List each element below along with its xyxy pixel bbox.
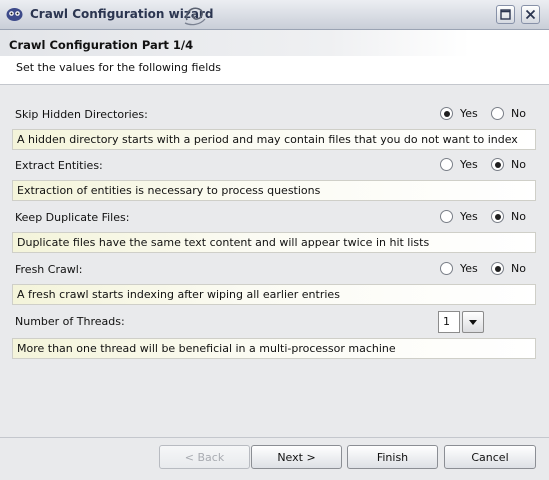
cancel-button[interactable]: Cancel — [444, 445, 536, 469]
keep-duplicates-label: Keep Duplicate Files: — [15, 211, 130, 224]
next-button[interactable]: Next > — [251, 445, 342, 469]
keep-duplicates-hint: Duplicate files have the same text conte… — [12, 232, 536, 253]
radio-label: No — [511, 210, 526, 223]
radio-label: Yes — [460, 210, 478, 223]
back-button[interactable]: < Back — [159, 445, 250, 469]
swirl-logo-icon — [184, 7, 206, 26]
extract-entities-hint: Extraction of entities is necessary to p… — [12, 180, 536, 201]
fresh-crawl-hint: A fresh crawl starts indexing after wipi… — [12, 284, 536, 305]
radio-label: Yes — [460, 107, 478, 120]
skip-hidden-yes-radio[interactable]: Yes — [440, 107, 478, 120]
radio-label: No — [511, 107, 526, 120]
radio-label: No — [511, 158, 526, 171]
page-title: Crawl Configuration Part 1/4 — [9, 38, 194, 52]
radio-unselected-icon — [440, 158, 453, 171]
extract-entities-yes-radio[interactable]: Yes — [440, 158, 478, 171]
threads-value-field[interactable]: 1 — [438, 311, 460, 333]
radio-label: No — [511, 262, 526, 275]
radio-selected-icon — [491, 262, 504, 275]
keep-duplicates-yes-radio[interactable]: Yes — [440, 210, 478, 223]
extract-entities-label: Extract Entities: — [15, 159, 103, 172]
skip-hidden-no-radio[interactable]: No — [491, 107, 526, 120]
button-bar-divider — [0, 437, 549, 438]
window-titlebar[interactable]: Crawl Configuration wizard — [0, 0, 549, 30]
chevron-down-icon — [469, 320, 477, 325]
radio-selected-icon — [491, 210, 504, 223]
keep-duplicates-no-radio[interactable]: No — [491, 210, 526, 223]
radio-label: Yes — [460, 158, 478, 171]
skip-hidden-label: Skip Hidden Directories: — [15, 108, 148, 121]
wizard-header: Crawl Configuration Part 1/4 Set the val… — [0, 30, 549, 85]
radio-selected-icon — [491, 158, 504, 171]
page-subtitle: Set the values for the following fields — [16, 61, 221, 74]
fresh-crawl-yes-radio[interactable]: Yes — [440, 262, 478, 275]
skip-hidden-hint: A hidden directory starts with a period … — [12, 129, 536, 150]
radio-label: Yes — [460, 262, 478, 275]
close-icon — [525, 9, 536, 20]
radio-unselected-icon — [440, 262, 453, 275]
fresh-crawl-no-radio[interactable]: No — [491, 262, 526, 275]
threads-dropdown-button[interactable] — [462, 311, 484, 333]
close-button[interactable] — [521, 5, 540, 24]
threads-label: Number of Threads: — [15, 315, 125, 328]
radio-unselected-icon — [440, 210, 453, 223]
maximize-button[interactable] — [496, 5, 515, 24]
extract-entities-no-radio[interactable]: No — [491, 158, 526, 171]
app-logo-icon — [6, 8, 23, 21]
radio-unselected-icon — [491, 107, 504, 120]
radio-selected-icon — [440, 107, 453, 120]
threads-hint: More than one thread will be beneficial … — [12, 338, 536, 359]
finish-button[interactable]: Finish — [347, 445, 438, 469]
maximize-icon — [500, 9, 511, 20]
fresh-crawl-label: Fresh Crawl: — [15, 263, 83, 276]
